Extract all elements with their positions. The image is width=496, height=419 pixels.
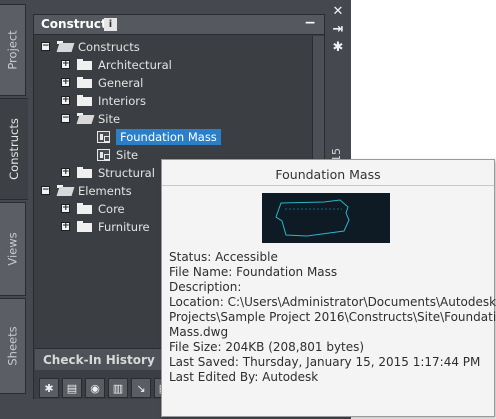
tab-constructs[interactable]: Constructs [0, 98, 28, 200]
expand-toggle-icon[interactable]: + [61, 204, 70, 213]
add-construct-button[interactable]: ✱ [39, 378, 59, 398]
tab-views[interactable]: Views [0, 202, 26, 296]
copy-button[interactable]: ▥ [108, 378, 128, 398]
tree-item-site-construct[interactable]: Site [97, 146, 138, 163]
tooltip-description: Description: [169, 280, 242, 294]
tree-label: Architectural [98, 57, 172, 72]
tree-label: Elements [78, 183, 132, 198]
tree-label: Structural [98, 165, 155, 180]
panel-title: Constructs [41, 17, 114, 31]
tab-sheets-label: Sheets [5, 326, 20, 366]
tree-item-elements[interactable]: − Elements [41, 182, 132, 199]
tooltip-last-edited: Last Edited By: Autodesk [169, 370, 319, 384]
tab-project-label: Project [5, 30, 20, 70]
info-icon[interactable]: i [104, 18, 117, 31]
tooltip-title: Foundation Mass [275, 167, 381, 182]
settings-icon[interactable]: ✱ [331, 41, 345, 55]
tooltip-status: Status: Accessible [169, 250, 278, 264]
repath-button[interactable]: ↘ [131, 378, 151, 398]
pin-icon[interactable]: ⇥ [331, 23, 345, 37]
expand-toggle-icon[interactable]: + [61, 168, 70, 177]
tree-item-foundation-mass[interactable]: Foundation Mass [97, 128, 221, 145]
expand-toggle-icon[interactable]: + [61, 96, 70, 105]
collapse-icon[interactable]: − [304, 15, 316, 31]
close-icon[interactable]: ✕ [331, 5, 345, 19]
construct-file-icon [97, 148, 110, 161]
tree-label-selected: Foundation Mass [116, 128, 221, 145]
collapse-toggle-icon[interactable]: − [61, 114, 70, 123]
expand-toggle-icon[interactable]: + [61, 60, 70, 69]
tooltip-divider [162, 185, 494, 186]
tree-label: Furniture [98, 219, 150, 234]
tooltip-location-2: Projects\Sample Project 2016\Constructs\… [169, 310, 496, 324]
tree-label: General [98, 75, 144, 90]
folder-icon [77, 77, 92, 88]
folder-icon [77, 59, 92, 70]
add-element-button[interactable]: ◉ [85, 378, 105, 398]
tooltip-last-saved: Last Saved: Thursday, January 15, 2015 1… [169, 355, 481, 369]
tree-label: Site [98, 111, 121, 126]
tooltip-location-1: Location: C:\Users\Administrator\Documen… [169, 295, 496, 309]
tree-label: Site [116, 147, 139, 162]
check-in-history-label: Check-In History [43, 353, 155, 367]
expand-toggle-icon[interactable]: + [61, 222, 70, 231]
tooltip-file-name: File Name: Foundation Mass [169, 265, 338, 279]
tab-project[interactable]: Project [0, 4, 26, 96]
tree-item-general[interactable]: + General [61, 74, 143, 91]
tree-label: Interiors [98, 93, 146, 108]
tree-item-constructs[interactable]: − Constructs [41, 38, 140, 55]
tree-item-structural[interactable]: + Structural [61, 164, 155, 181]
folder-icon [77, 95, 92, 106]
tooltip-location-3: Mass.dwg [169, 325, 229, 339]
new-construct-button[interactable]: ▤ [62, 378, 82, 398]
collapse-toggle-icon[interactable]: − [41, 186, 50, 195]
tree-item-core[interactable]: + Core [61, 200, 125, 217]
tree-label: Constructs [78, 39, 140, 54]
tab-views-label: Views [5, 232, 20, 266]
tree-item-interiors[interactable]: + Interiors [61, 92, 146, 109]
tree-label: Core [98, 201, 125, 216]
expand-toggle-icon[interactable]: + [61, 78, 70, 87]
tree-item-furniture[interactable]: + Furniture [61, 218, 150, 235]
construct-file-icon [97, 130, 110, 143]
folder-icon [77, 221, 92, 232]
tab-constructs-label: Constructs [7, 118, 22, 180]
open-folder-icon [77, 113, 92, 124]
construct-tooltip: Foundation Mass Status: Accessible File … [161, 159, 496, 417]
tree-item-site[interactable]: − Site [61, 110, 120, 127]
open-folder-icon [57, 185, 72, 196]
panel-header: Constructs i − [34, 15, 324, 35]
tree-item-architectural[interactable]: + Architectural [61, 56, 172, 73]
open-folder-icon [57, 41, 72, 52]
tab-sheets[interactable]: Sheets [0, 298, 26, 394]
collapse-toggle-icon[interactable]: − [41, 42, 50, 51]
folder-icon [77, 167, 92, 178]
tooltip-file-size: File Size: 204KB (208,801 bytes) [169, 340, 365, 354]
construct-thumbnail [262, 193, 390, 243]
folder-icon [77, 203, 92, 214]
